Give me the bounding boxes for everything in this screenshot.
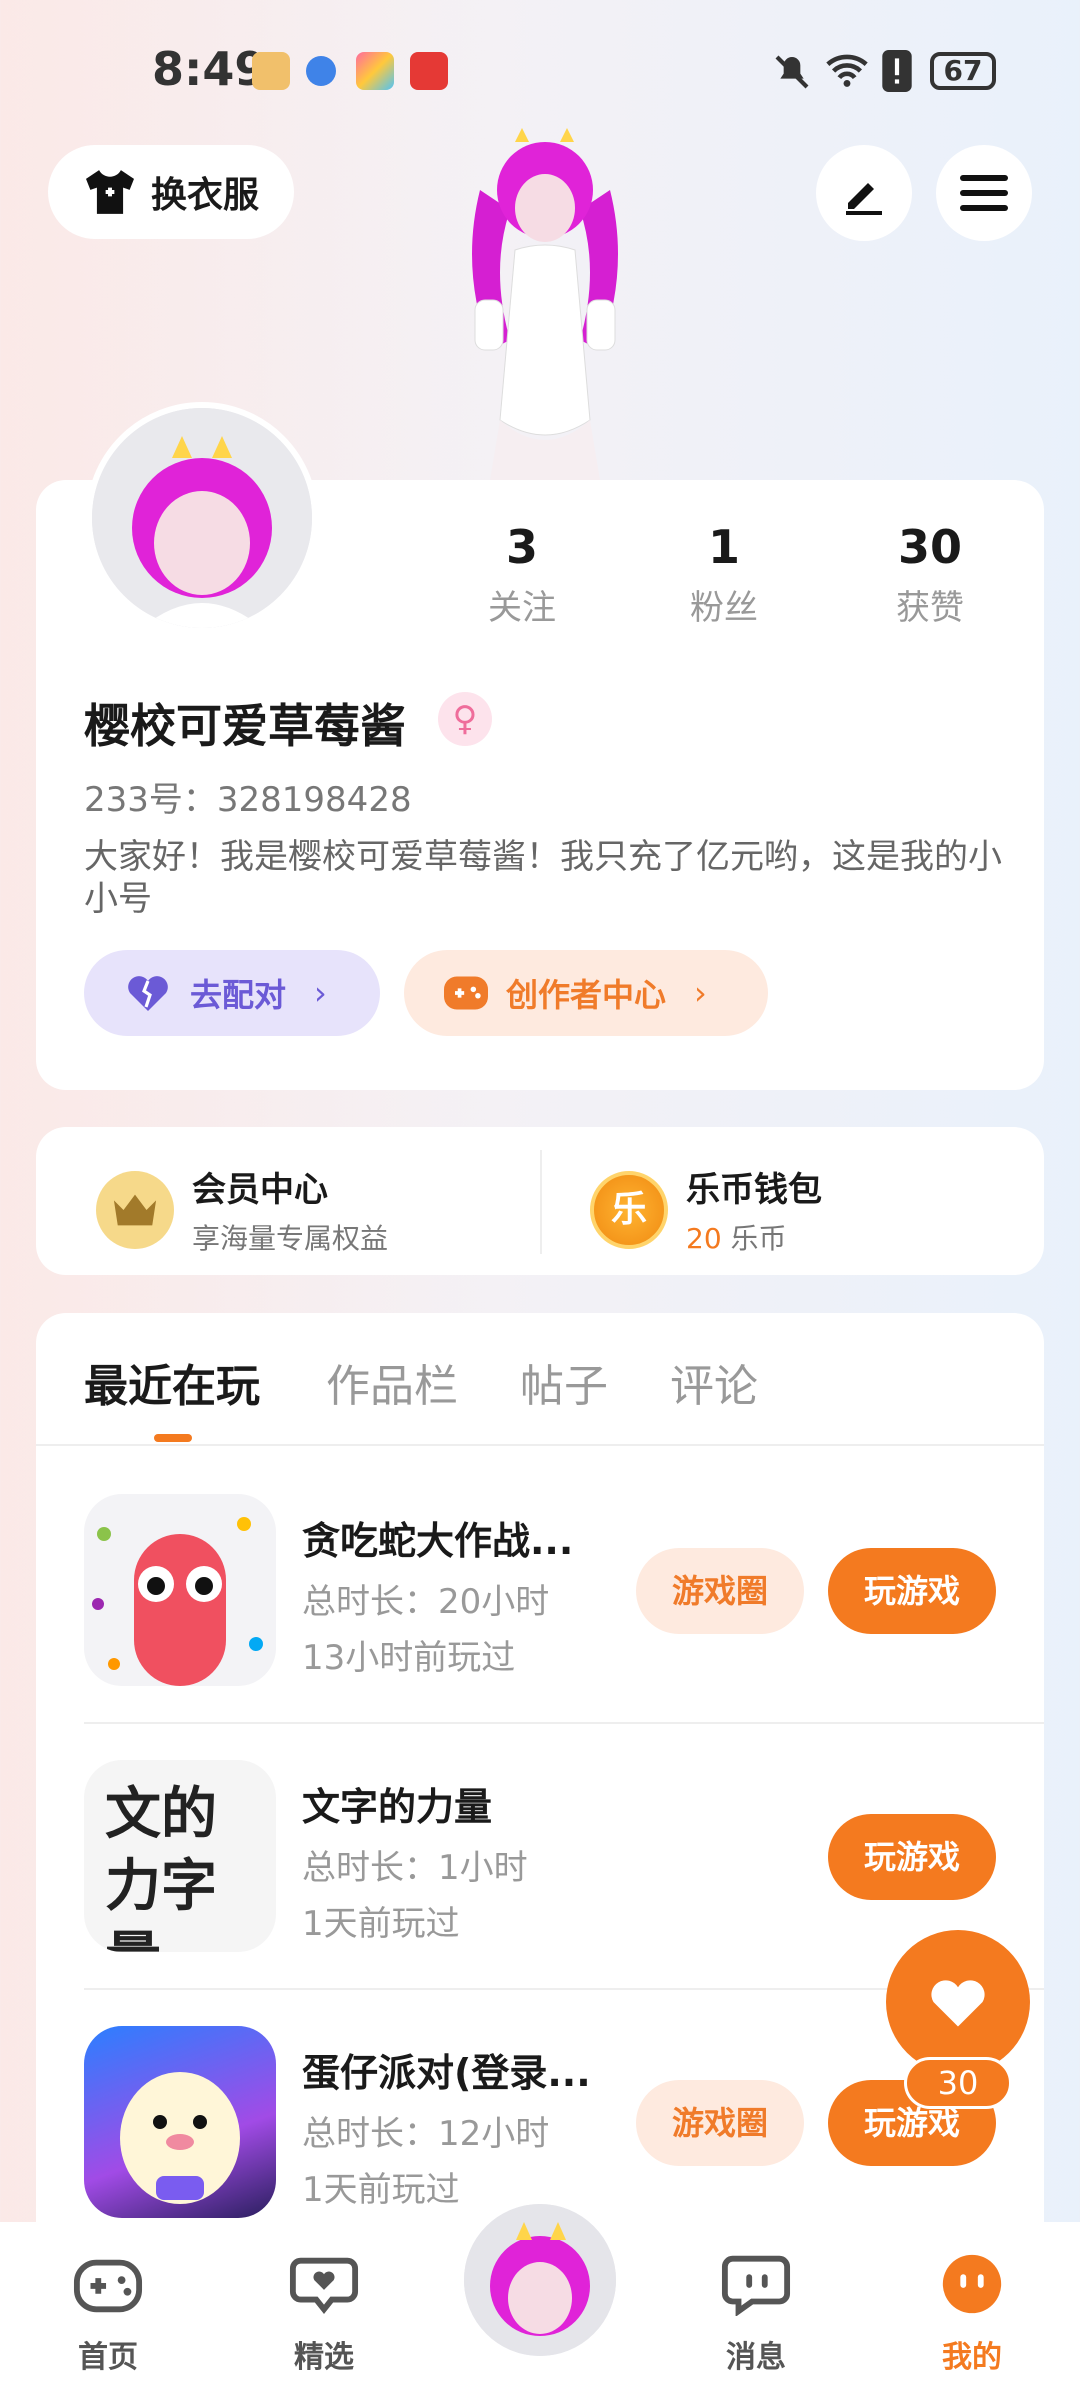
nav-featured-label: 精选 <box>294 2340 354 2375</box>
stat-likes-label: 获赞 <box>896 588 964 628</box>
game-name: 蛋仔派对(登录... <box>302 2051 591 2095</box>
user-id: 233号：328198428 <box>84 780 412 820</box>
stat-likes-value: 30 <box>897 520 962 574</box>
female-icon: ♀ <box>438 692 492 746</box>
match-button[interactable]: 去配对 › <box>84 950 380 1036</box>
nav-me-label: 我的 <box>942 2340 1002 2375</box>
gamepad-icon <box>444 976 488 1010</box>
stat-fans-value: 1 <box>707 520 740 574</box>
wallet-entry[interactable]: 乐 乐币钱包 20 乐币 <box>590 1162 822 1257</box>
avatar-character <box>472 128 618 480</box>
active-tab-indicator <box>154 1434 192 1442</box>
nav-messages-label: 消息 <box>726 2340 786 2375</box>
stat-following[interactable]: 3 关注 <box>442 520 602 629</box>
stat-following-label: 关注 <box>488 588 556 628</box>
alert-icon <box>882 50 912 92</box>
nickname: 樱校可爱草莓酱 <box>84 699 406 753</box>
nav-avatar-button[interactable] <box>456 2196 624 2364</box>
vip-center-subtitle: 享海量专属权益 <box>192 1222 389 1255</box>
message-icon <box>721 2255 791 2317</box>
nav-messages[interactable]: 消息 <box>696 2252 816 2376</box>
change-outfit-button[interactable]: 换衣服 <box>48 145 294 239</box>
chevron-right-icon: › <box>314 974 327 1012</box>
gamepad-icon <box>73 2259 143 2313</box>
game-duration: 总时长：20小时 <box>302 1582 550 1622</box>
tab-comments[interactable]: 评论 <box>670 1350 758 1414</box>
stat-following-value: 3 <box>505 520 538 574</box>
change-outfit-label: 换衣服 <box>150 175 259 216</box>
like-button[interactable] <box>886 1930 1030 2074</box>
like-count-badge: 30 <box>904 2057 1012 2109</box>
wallet-amount: 20 <box>686 1222 722 1255</box>
status-time: 8:49 <box>152 42 267 96</box>
tab-recently-played[interactable]: 最近在玩 <box>84 1350 260 1414</box>
match-label: 去配对 <box>190 976 287 1014</box>
profile-face-icon <box>942 2254 1002 2314</box>
game-last-played: 1天前玩过 <box>302 2170 460 2210</box>
wallet-title: 乐币钱包 <box>686 1170 822 1210</box>
bio-text: 大家好！我是樱校可爱草莓酱！我只充了亿元哟，这是我的小小号 <box>84 837 1002 919</box>
tab-posts[interactable]: 帖子 <box>520 1350 608 1414</box>
vip-center-entry[interactable]: 会员中心 享海量专属权益 <box>96 1162 388 1257</box>
nav-home[interactable]: 首页 <box>48 2252 168 2376</box>
game-circle-button[interactable]: 游戏圈 <box>636 2080 804 2166</box>
play-game-button[interactable]: 玩游戏 <box>828 1548 996 1634</box>
status-bar: 8:49 67 <box>0 0 1080 140</box>
game-last-played: 13小时前玩过 <box>302 1638 516 1678</box>
vip-divider <box>540 1150 542 1254</box>
game-icon-snake[interactable] <box>84 1494 276 1686</box>
game-icon-eggy-party[interactable] <box>84 2026 276 2218</box>
wallet-balance: 20 乐币 <box>686 1217 822 1257</box>
chevron-right-icon: › <box>694 974 707 1012</box>
tiger-app-icon <box>252 52 290 90</box>
mute-icon <box>775 55 809 89</box>
stat-likes[interactable]: 30 获赞 <box>850 520 1010 629</box>
heart-chat-icon <box>289 2257 359 2314</box>
profile-avatar[interactable] <box>86 402 318 634</box>
pen-icon <box>846 183 882 215</box>
creator-center-button[interactable]: 创作者中心 › <box>404 950 768 1036</box>
game-last-played: 1天前玩过 <box>302 1904 460 1944</box>
avatar-image <box>92 408 312 628</box>
nav-home-label: 首页 <box>78 2340 138 2375</box>
wallet-unit: 乐币 <box>730 1222 787 1255</box>
game-circle-button[interactable]: 游戏圈 <box>636 1548 804 1634</box>
nav-me[interactable]: 我的 <box>912 2252 1032 2376</box>
coin-icon: 乐 <box>590 1170 668 1249</box>
edit-button[interactable] <box>816 145 912 241</box>
paint-app-icon <box>356 52 394 90</box>
crown-icon <box>96 1170 174 1249</box>
game-name: 文字的力量 <box>302 1785 493 1829</box>
game-duration: 总时长：12小时 <box>302 2114 550 2154</box>
creator-center-label: 创作者中心 <box>506 976 667 1014</box>
nav-featured[interactable]: 精选 <box>264 2252 384 2376</box>
game-icon-text: 文的力字量 <box>105 1781 217 1952</box>
menu-button[interactable] <box>936 145 1032 241</box>
play-game-button[interactable]: 玩游戏 <box>828 1814 996 1900</box>
hamburger-icon <box>960 175 1008 211</box>
heart-pair-icon <box>128 976 168 1011</box>
stat-fans[interactable]: 1 粉丝 <box>644 520 804 629</box>
video-app-icon <box>410 52 448 90</box>
game-duration: 总时长：1小时 <box>302 1848 528 1888</box>
game-icon-power-of-words[interactable]: 文的力字量 <box>84 1760 276 1952</box>
shirt-icon <box>85 170 134 214</box>
tabs-divider <box>36 1444 1044 1446</box>
game-divider <box>84 1722 1044 1724</box>
browser-app-icon <box>306 56 336 86</box>
vip-center-title: 会员中心 <box>192 1170 328 1210</box>
tab-works[interactable]: 作品栏 <box>326 1350 458 1414</box>
wifi-icon <box>826 54 868 87</box>
battery-indicator: 67 <box>930 52 996 90</box>
heart-icon <box>931 1980 985 2027</box>
stat-fans-label: 粉丝 <box>690 588 758 628</box>
nav-avatar-image <box>464 2204 616 2356</box>
game-name: 贪吃蛇大作战... <box>302 1519 574 1563</box>
